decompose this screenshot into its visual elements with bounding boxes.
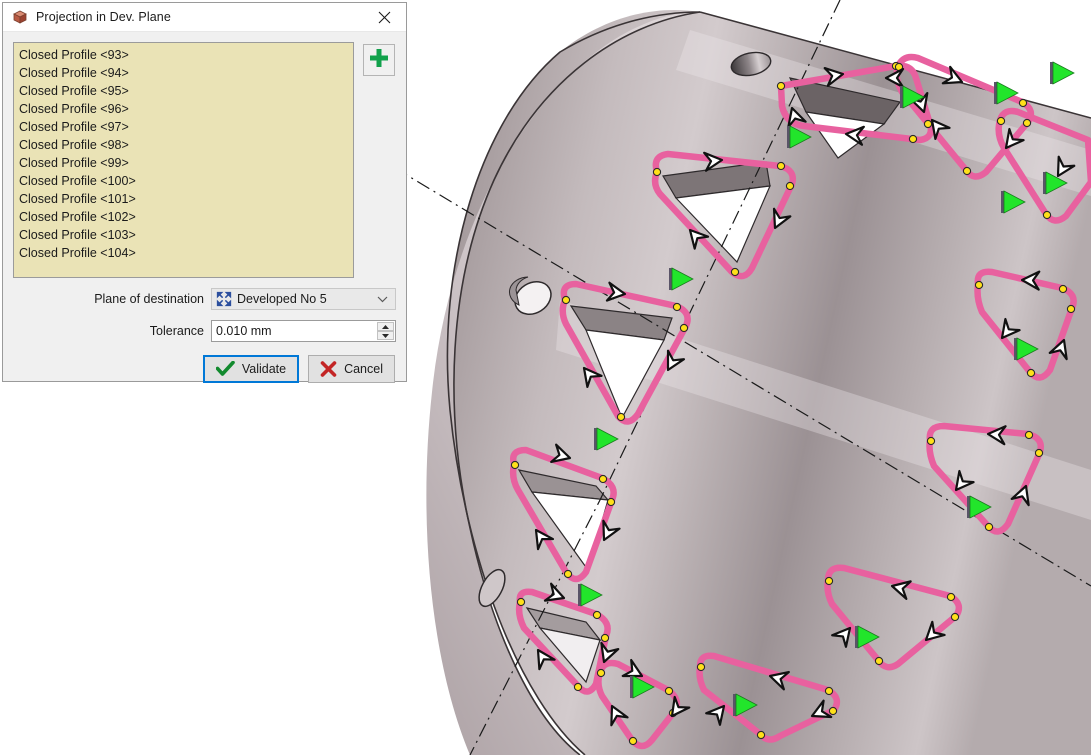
- tolerance-label: Tolerance: [150, 324, 204, 338]
- plane-of-destination-select[interactable]: Developed No 5: [211, 288, 396, 310]
- list-item[interactable]: Closed Profile <98>: [19, 136, 353, 154]
- cylinder-body: [426, 10, 1091, 755]
- close-icon[interactable]: [362, 3, 406, 31]
- validate-button[interactable]: Validate: [203, 355, 299, 383]
- dialog-button-row: Validate Cancel: [13, 355, 396, 383]
- closed-profile-list[interactable]: Closed Profile <93> Closed Profile <94> …: [13, 42, 354, 278]
- list-item[interactable]: Closed Profile <102>: [19, 208, 353, 226]
- add-profile-button[interactable]: [363, 44, 395, 76]
- list-item[interactable]: Closed Profile <99>: [19, 154, 353, 172]
- green-plus-icon: [368, 47, 390, 74]
- dialog-titlebar[interactable]: Projection in Dev. Plane: [3, 3, 406, 32]
- dialog-body: Closed Profile <93> Closed Profile <94> …: [3, 32, 406, 391]
- list-item[interactable]: Closed Profile <103>: [19, 226, 353, 244]
- red-cross-icon: [320, 361, 337, 377]
- list-item[interactable]: Closed Profile <94>: [19, 64, 353, 82]
- plane-of-destination-row: Plane of destination: [13, 288, 396, 310]
- projection-dialog: Projection in Dev. Plane Closed Profile …: [2, 2, 407, 382]
- application-window: Projection in Dev. Plane Closed Profile …: [0, 0, 1091, 755]
- profile-selection-row: Closed Profile <93> Closed Profile <94> …: [13, 42, 396, 278]
- plane-of-destination-value: Developed No 5: [237, 292, 327, 306]
- tolerance-value[interactable]: 0.010 mm: [212, 324, 272, 338]
- unfold-developed-icon: [216, 291, 232, 307]
- cancel-button-label: Cancel: [344, 362, 383, 376]
- list-item[interactable]: Closed Profile <93>: [19, 46, 353, 64]
- list-item[interactable]: Closed Profile <96>: [19, 100, 353, 118]
- list-item[interactable]: Closed Profile <104>: [19, 244, 353, 262]
- spinner-buttons[interactable]: [377, 322, 394, 340]
- tolerance-row: Tolerance 0.010 mm: [13, 320, 396, 342]
- green-check-icon: [216, 361, 235, 377]
- 3d-shape-icon: [11, 8, 29, 26]
- validate-button-label: Validate: [242, 362, 286, 376]
- list-item[interactable]: Closed Profile <101>: [19, 190, 353, 208]
- cancel-button[interactable]: Cancel: [308, 355, 395, 383]
- list-item[interactable]: Closed Profile <95>: [19, 82, 353, 100]
- spinner-down-icon[interactable]: [377, 331, 394, 340]
- dialog-title: Projection in Dev. Plane: [36, 10, 171, 24]
- tolerance-stepper[interactable]: 0.010 mm: [211, 320, 396, 342]
- chevron-down-icon[interactable]: [377, 290, 388, 308]
- list-item[interactable]: Closed Profile <100>: [19, 172, 353, 190]
- plane-of-destination-label: Plane of destination: [94, 292, 204, 306]
- spinner-up-icon[interactable]: [377, 322, 394, 331]
- list-item[interactable]: Closed Profile <97>: [19, 118, 353, 136]
